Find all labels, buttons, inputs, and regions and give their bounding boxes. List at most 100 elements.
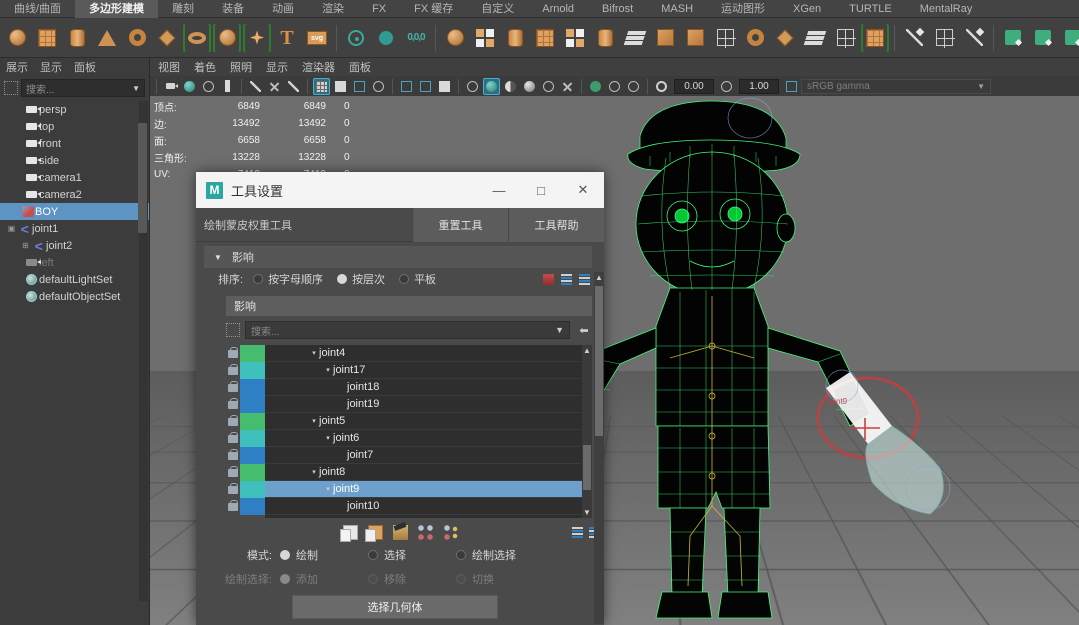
chevron-down-icon[interactable]: ▾	[309, 417, 319, 425]
radio-icon[interactable]	[280, 550, 290, 560]
smooth-mesh-icon[interactable]	[441, 24, 469, 52]
outliner-item-defaultobjectset[interactable]: defaultObjectSet	[0, 288, 149, 305]
select-camera-icon[interactable]	[162, 78, 179, 95]
paint-select-option-remove[interactable]: 移除	[368, 571, 456, 587]
mode-option-paint[interactable]: 绘制	[280, 547, 368, 563]
viewport-menu-lighting[interactable]: 照明	[230, 59, 252, 75]
lock-cell[interactable]	[226, 345, 240, 362]
anti-alias-icon[interactable]	[625, 78, 642, 95]
outliner-item-defaultlightset[interactable]: defaultLightSet	[0, 271, 149, 288]
wireframe-shading-icon[interactable]	[464, 78, 481, 95]
lighting-toggle-icon[interactable]	[540, 78, 557, 95]
xray-joints-icon[interactable]	[436, 78, 453, 95]
camera-bookmark-icon[interactable]	[200, 78, 217, 95]
extract-icon[interactable]	[591, 24, 619, 52]
filter-icon[interactable]	[226, 323, 240, 337]
maximize-button[interactable]: □	[520, 172, 562, 208]
select-geometry-button[interactable]: 选择几何体	[292, 595, 498, 619]
joint-list-item[interactable]: joint7	[265, 447, 582, 464]
extrude-icon[interactable]	[681, 24, 709, 52]
joint-list-item[interactable]: ▾ joint4	[265, 345, 582, 362]
lock-cell[interactable]	[226, 413, 240, 430]
dialog-scroll-thumb[interactable]	[595, 286, 603, 436]
outliner-item-top[interactable]: top	[0, 118, 149, 135]
joint-list[interactable]: ▾ joint4 ▾ joint17 joint18 joint19 ▾ joi…	[265, 345, 582, 518]
sort-option-alphabetical[interactable]: 按字母顺序	[253, 271, 323, 287]
radio-icon[interactable]	[456, 574, 466, 584]
grease-pencil-icon[interactable]	[266, 78, 283, 95]
selection-mode-icon[interactable]	[4, 81, 18, 95]
joint-color-swatch[interactable]	[240, 396, 265, 413]
joint-color-swatch[interactable]	[240, 362, 265, 379]
isolate-select-icon[interactable]	[398, 78, 415, 95]
boolean-icon[interactable]	[651, 24, 679, 52]
joint-color-swatch[interactable]	[240, 413, 265, 430]
joint-color-swatch[interactable]	[240, 447, 265, 464]
joint-color-swatch[interactable]	[240, 345, 265, 362]
outliner-item-joint2[interactable]: ⊞ < joint2	[0, 237, 149, 254]
tab-arnold[interactable]: Arnold	[528, 0, 588, 18]
reset-tool-button[interactable]: 重置工具	[412, 207, 508, 242]
xray-toggle-icon[interactable]	[417, 78, 434, 95]
measure-tool-icon[interactable]	[285, 78, 302, 95]
paint-weights-icon[interactable]	[960, 24, 988, 52]
resolution-gate-icon[interactable]	[351, 78, 368, 95]
viewport-menu-view[interactable]: 视图	[158, 59, 180, 75]
close-button[interactable]: ✕	[562, 172, 604, 208]
expand-joint2-icon[interactable]: ⊞	[20, 241, 31, 250]
viewport-menu-shading[interactable]: 着色	[194, 59, 216, 75]
hammer-weights-icon[interactable]	[392, 524, 408, 540]
two-d-pan-zoom-icon[interactable]	[247, 78, 264, 95]
color-management-icon[interactable]	[653, 78, 670, 95]
sort-option-flat[interactable]: 平板	[399, 271, 436, 287]
multi-cut-icon[interactable]	[861, 24, 889, 52]
tab-rendering[interactable]: 渲染	[308, 0, 358, 18]
poly-plane-icon[interactable]	[153, 24, 181, 52]
chevron-down-icon[interactable]: ▾	[309, 349, 319, 357]
tab-turtle[interactable]: TURTLE	[835, 0, 906, 18]
joint-list-item-selected[interactable]: ▾ joint9	[265, 481, 582, 498]
joint-color-swatch[interactable]	[240, 379, 265, 396]
target-weld-icon[interactable]	[831, 24, 859, 52]
section-header-influence[interactable]: ▼ 影响	[204, 246, 592, 268]
lock-cell[interactable]	[226, 396, 240, 413]
motion-blur-icon[interactable]	[606, 78, 623, 95]
outliner-item-front[interactable]: front	[0, 135, 149, 152]
weight-hammer-list-icon[interactable]	[572, 526, 583, 538]
hide-list-icon[interactable]: ⬅	[576, 324, 592, 337]
joint-list-item[interactable]: joint10	[265, 498, 582, 515]
joint-list-item[interactable]: joint18	[265, 379, 582, 396]
outliner-item-camera2[interactable]: camera2	[0, 186, 149, 203]
separate-icon[interactable]	[621, 24, 649, 52]
chevron-down-icon[interactable]: ▾	[323, 366, 333, 374]
joint-color-swatch[interactable]	[240, 430, 265, 447]
tab-rigging[interactable]: 装备	[208, 0, 258, 18]
scroll-down-icon[interactable]: ▼	[582, 507, 592, 518]
tab-sculpting[interactable]: 雕刻	[158, 0, 208, 18]
expand-joint1-icon[interactable]: ▣	[6, 224, 17, 233]
paint-select-option-add[interactable]: 添加	[280, 571, 368, 587]
screen-space-ao-icon[interactable]	[587, 78, 604, 95]
outliner-item-side[interactable]: side	[0, 152, 149, 169]
outliner-item-camera1[interactable]: camera1	[0, 169, 149, 186]
poly-platonic-icon[interactable]	[243, 24, 271, 52]
poly-torus-icon[interactable]	[123, 24, 151, 52]
lock-cell[interactable]	[226, 362, 240, 379]
joint-color-swatch[interactable]	[240, 498, 265, 515]
joint-list-item[interactable]: joint19	[265, 396, 582, 413]
outliner-item-left[interactable]: left	[0, 254, 149, 271]
chevron-down-icon[interactable]: ▾	[309, 468, 319, 476]
outliner-item-joint1[interactable]: ▣ < joint1	[0, 220, 149, 237]
outliner-menu-panels[interactable]: 面板	[74, 59, 96, 75]
copy-weights-icon[interactable]	[339, 524, 358, 542]
poly-cylinder-icon[interactable]	[63, 24, 91, 52]
move-weights-icon[interactable]	[417, 524, 433, 540]
tab-poly-modeling[interactable]: 多边形建模	[75, 0, 159, 18]
snap-pivot-icon[interactable]	[342, 24, 370, 52]
tab-animation[interactable]: 动画	[258, 0, 308, 18]
camera-attributes-icon[interactable]	[181, 78, 198, 95]
joint-color-swatch[interactable]	[240, 464, 265, 481]
joint-color-swatch[interactable]	[240, 481, 265, 498]
flat-shading-icon[interactable]	[502, 78, 519, 95]
gamma-input[interactable]: 1.00	[739, 78, 779, 94]
